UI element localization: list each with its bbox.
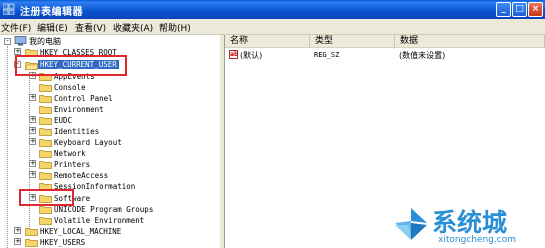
highlight-box-current-user	[15, 55, 127, 76]
maximize-button[interactable]: □	[512, 2, 527, 17]
tree-item-label: HKEY_LOCAL_MACHINE	[40, 227, 122, 236]
folder-icon	[39, 139, 52, 147]
expand-icon[interactable]: +	[29, 171, 36, 178]
folder-icon	[25, 228, 38, 236]
column-header-data[interactable]: 数据	[395, 35, 545, 48]
folder-icon	[39, 117, 52, 125]
tree-item-label: EUDC	[54, 116, 73, 125]
tree-item-keyboard-layout[interactable]: + Keyboard Layout	[0, 137, 219, 148]
title-bar: 注册表编辑器 _ □ ×	[0, 0, 545, 19]
tree-item-label: Console	[54, 83, 86, 92]
tree-item-hkey-local-machine[interactable]: + HKEY_LOCAL_MACHINE	[0, 226, 219, 237]
folder-icon	[39, 172, 52, 180]
tree-item-remoteaccess[interactable]: + RemoteAccess	[0, 170, 219, 181]
expand-icon[interactable]: +	[29, 127, 36, 134]
value-type: REG_SZ	[314, 51, 340, 59]
tree-item-label: Printers	[54, 160, 91, 169]
tree-item-volatile-environment[interactable]: Volatile Environment	[0, 215, 219, 226]
menu-view[interactable]: 查看(V)	[75, 21, 106, 34]
close-button[interactable]: ×	[528, 2, 543, 17]
expand-icon[interactable]: +	[14, 238, 21, 245]
tree-root[interactable]: - 我的电脑	[0, 36, 219, 47]
expand-icon[interactable]: +	[14, 48, 21, 55]
tree-root-label: 我的电脑	[29, 37, 61, 46]
folder-icon	[39, 217, 52, 225]
folder-icon	[39, 95, 52, 103]
tree-item-label: RemoteAccess	[54, 171, 109, 180]
folder-icon	[39, 161, 52, 169]
collapse-icon[interactable]: -	[4, 38, 11, 45]
tree-item-label: UNICODE Program Groups	[54, 205, 154, 214]
highlight-box-software	[19, 189, 74, 206]
value-name: (默认)	[240, 51, 263, 60]
xitongcheng-logo-icon	[395, 208, 427, 240]
watermark-url: xitongcheng.com	[438, 235, 516, 245]
watermark-name: 系统城	[432, 208, 508, 237]
tree-item-environment[interactable]: Environment	[0, 104, 219, 115]
tree-item-console[interactable]: Console	[0, 82, 219, 93]
tree-item-label: Network	[54, 149, 86, 158]
expand-icon[interactable]: +	[14, 227, 21, 234]
menu-favorites[interactable]: 收藏夹(A)	[113, 21, 153, 34]
menu-edit[interactable]: 编辑(E)	[37, 21, 68, 34]
window-title: 注册表编辑器	[20, 7, 83, 18]
expand-icon[interactable]: +	[29, 160, 36, 167]
tree-item-network[interactable]: Network	[0, 148, 219, 159]
tree-item-label: Environment	[54, 105, 104, 114]
column-header-name[interactable]: 名称	[225, 35, 310, 48]
tree-item-eudc[interactable]: + EUDC	[0, 115, 219, 126]
string-value-icon: ab	[229, 50, 239, 59]
expand-icon[interactable]: +	[29, 116, 36, 123]
tree-item-label: Volatile Environment	[54, 216, 145, 225]
folder-icon	[39, 206, 52, 214]
folder-icon	[39, 84, 52, 92]
menu-help[interactable]: 帮助(H)	[159, 21, 191, 34]
minimize-button[interactable]: _	[496, 2, 511, 17]
tree-item-printers[interactable]: + Printers	[0, 159, 219, 170]
computer-icon	[14, 36, 27, 46]
column-header-type[interactable]: 类型	[310, 35, 395, 48]
expand-icon[interactable]: +	[29, 94, 36, 101]
folder-icon	[25, 239, 38, 247]
tree-item-label: HKEY_USERS	[40, 238, 86, 247]
menu-bar: 文件(F) 编辑(E) 查看(V) 收藏夹(A) 帮助(H)	[0, 19, 545, 35]
menu-file[interactable]: 文件(F)	[1, 21, 31, 34]
regedit-app-icon	[3, 3, 15, 15]
folder-icon	[39, 106, 52, 114]
tree-item-label: Keyboard Layout	[54, 138, 122, 147]
folder-icon	[39, 128, 52, 136]
value-data: (数值未设置)	[399, 51, 446, 60]
tree-item-hkey-users[interactable]: + HKEY_USERS	[0, 237, 219, 248]
folder-icon	[39, 150, 52, 158]
tree-item-label: Control Panel	[54, 94, 113, 103]
expand-icon[interactable]: +	[29, 138, 36, 145]
tree-item-label: Identities	[54, 127, 100, 136]
tree-item-control-panel[interactable]: + Control Panel	[0, 93, 219, 104]
tree-item-identities[interactable]: + Identities	[0, 126, 219, 137]
